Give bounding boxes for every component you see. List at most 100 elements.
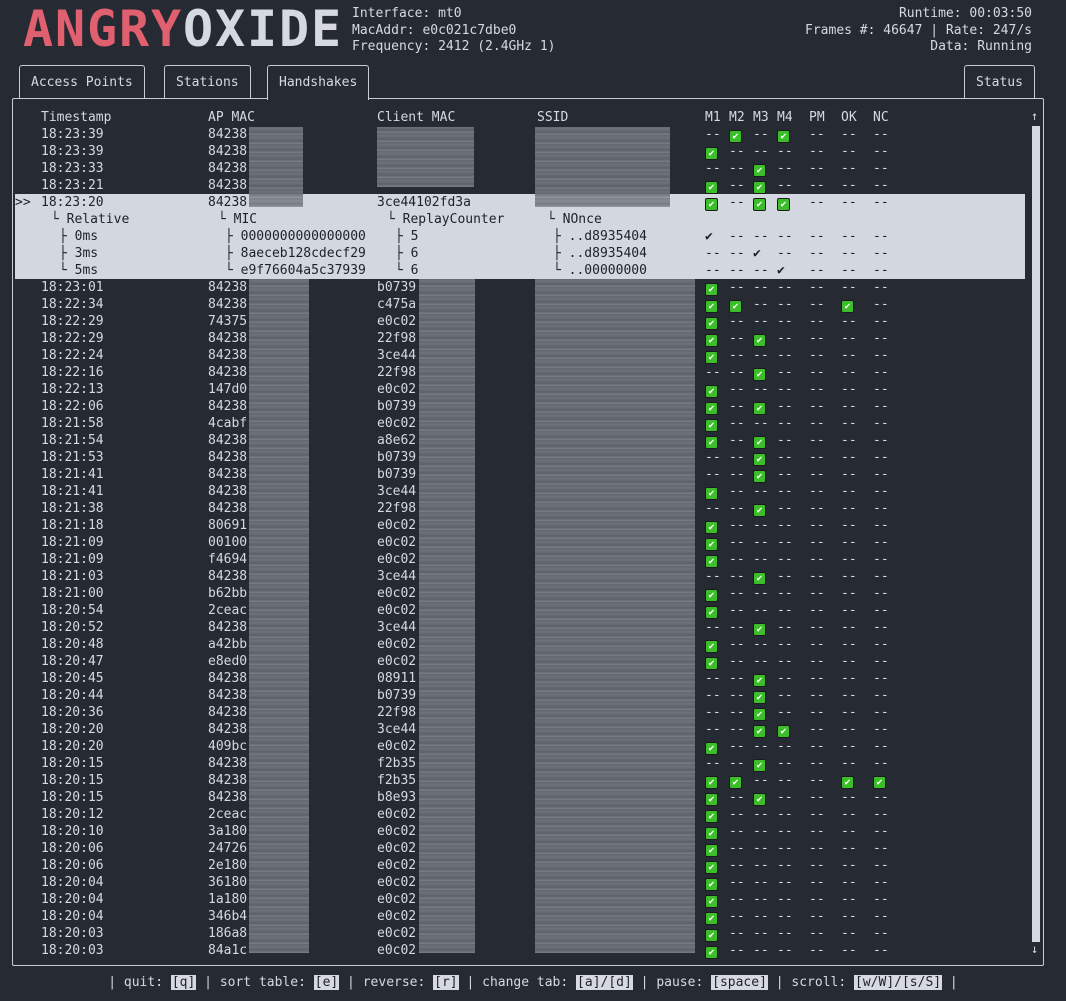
col-m1[interactable]: M1 (705, 109, 721, 126)
flag-cell: -- (809, 144, 825, 159)
flag-cell: -- (873, 297, 889, 312)
flag-cell: -- (841, 178, 857, 193)
tab-status[interactable]: Status (964, 65, 1035, 99)
flag-cell: -- (841, 195, 857, 210)
flag-cell: -- (729, 433, 745, 448)
table-row[interactable]: 18:20:15 84238 b8e93 ✔ -- ✔ -- -- -- -- (15, 789, 1025, 806)
check-icon: ✔ (705, 487, 718, 500)
table-row[interactable]: 18:23:21 84238 ✔ -- ✔ -- -- -- -- (15, 177, 1025, 194)
table-row[interactable]: 18:21:03 84238 3ce44 -- -- ✔ -- -- -- -- (15, 568, 1025, 585)
col-pm[interactable]: PM (809, 109, 825, 126)
flag-cell: -- (873, 671, 889, 686)
table-row[interactable]: 18:20:04 1a180 e0c02 ✔ -- -- -- -- -- -- (15, 891, 1025, 908)
table-row[interactable]: 18:20:47 e8ed0 e0c02 ✔ -- -- -- -- -- -- (15, 653, 1025, 670)
col-m2[interactable]: M2 (729, 109, 745, 126)
table-row[interactable]: 18:21:41 84238 b0739 -- -- ✔ -- -- -- -- (15, 466, 1025, 483)
flag-cell: -- (729, 637, 745, 652)
check-icon: ✔ (705, 742, 718, 755)
col-nc[interactable]: NC (873, 109, 889, 126)
client-mac-cell: e0c02 (377, 943, 417, 958)
flag-cell: -- (753, 943, 769, 958)
timestamp-cell: 18:21:18 (41, 518, 104, 533)
flag-cell: -- (873, 246, 889, 261)
timestamp-cell: 18:20:10 (41, 824, 104, 839)
table-row[interactable]: 18:22:06 84238 b0739 ✔ -- ✔ -- -- -- -- (15, 398, 1025, 415)
table-row[interactable]: 18:20:10 3a180 e0c02 ✔ -- -- -- -- -- -- (15, 823, 1025, 840)
tab-access-points[interactable]: Access Points (19, 65, 145, 99)
flag-cell: -- (809, 807, 825, 822)
table-row[interactable]: 18:21:09 f4694 e0c02 ✔ -- -- -- -- -- -- (15, 551, 1025, 568)
flag-cell: ✔ (705, 636, 718, 653)
ap-mac-cell: 74375 (208, 314, 248, 329)
table-row[interactable]: 18:23:39 84238 ✔ -- -- -- -- -- -- (15, 143, 1025, 160)
table-row[interactable]: 18:20:20 409bc e0c02 ✔ -- -- -- -- -- -- (15, 738, 1025, 755)
table-row[interactable]: 18:23:33 84238 -- -- ✔ -- -- -- -- (15, 160, 1025, 177)
col-m4[interactable]: M4 (777, 109, 793, 126)
col-ssid[interactable]: SSID (537, 109, 568, 126)
table-row[interactable]: 18:21:00 b62bb e0c02 ✔ -- -- -- -- -- -- (15, 585, 1025, 602)
table-row[interactable]: 18:21:09 00100 e0c02 ✔ -- -- -- -- -- -- (15, 534, 1025, 551)
table-row[interactable]: 18:21:54 84238 a8e62 ✔ -- ✔ -- -- -- -- (15, 432, 1025, 449)
table-row[interactable]: 18:20:04 36180 e0c02 ✔ -- -- -- -- -- -- (15, 874, 1025, 891)
table-row[interactable]: 18:20:20 84238 3ce44 -- -- ✔ ✔ -- -- -- (15, 721, 1025, 738)
table-row[interactable]: 18:21:58 4cabf e0c02 ✔ -- -- -- -- -- -- (15, 415, 1025, 432)
col-ap-mac[interactable]: AP MAC (208, 109, 255, 126)
table-row[interactable]: 18:20:15 84238 f2b35 ✔ ✔ -- -- -- ✔ ✔ (15, 772, 1025, 789)
col-client-mac[interactable]: Client MAC (377, 109, 455, 126)
table-row[interactable]: 18:20:12 2ceac e0c02 ✔ -- -- -- -- -- -- (15, 806, 1025, 823)
table-row[interactable]: 18:22:16 84238 22f98 -- -- ✔ -- -- -- -- (15, 364, 1025, 381)
flag-cell: -- (873, 518, 889, 533)
flag-cell: -- (753, 382, 769, 397)
keybind-key: [space] (711, 975, 768, 990)
table-row[interactable]: 18:20:04 346b4 e0c02 ✔ -- -- -- -- -- -- (15, 908, 1025, 925)
scroll-down-icon[interactable]: ↓ (1031, 942, 1038, 956)
table-row[interactable]: 18:21:53 84238 b0739 -- -- ✔ -- -- -- -- (15, 449, 1025, 466)
table-row[interactable]: 18:20:48 a42bb e0c02 ✔ -- -- -- -- -- -- (15, 636, 1025, 653)
check-icon: ✔ (753, 164, 766, 177)
footer-text: | change tab: (458, 975, 577, 990)
col-ok[interactable]: OK (841, 109, 857, 126)
table-row[interactable]: 18:22:24 84238 3ce44 ✔ -- -- -- -- -- -- (15, 347, 1025, 364)
table-row[interactable]: 18:20:45 84238 08911 -- -- ✔ -- -- -- -- (15, 670, 1025, 687)
table-row[interactable]: 18:20:03 186a8 e0c02 ✔ -- -- -- -- -- -- (15, 925, 1025, 942)
flag-cell: -- (753, 484, 769, 499)
client-mac-cell: e0c02 (377, 416, 417, 431)
col-timestamp[interactable]: Timestamp (41, 109, 111, 126)
table-row[interactable]: 18:21:41 84238 3ce44 ✔ -- -- -- -- -- -- (15, 483, 1025, 500)
table-row[interactable]: 18:23:39 84238 -- ✔ -- ✔ -- -- -- (15, 126, 1025, 143)
tab-stations[interactable]: Stations (164, 65, 251, 99)
logo-letter: D (279, 6, 309, 52)
flag-cell: -- (777, 620, 793, 635)
scroll-up-icon[interactable]: ↑ (1031, 109, 1038, 123)
flag-cell: -- (777, 399, 793, 414)
table-row[interactable]: 18:20:36 84238 22f98 -- -- ✔ -- -- -- -- (15, 704, 1025, 721)
scrollbar[interactable] (1032, 126, 1040, 942)
table-row[interactable]: 18:22:34 84238 c475a ✔ ✔ -- -- -- ✔ -- (15, 296, 1025, 313)
table-row[interactable]: 18:23:01 84238 b0739 ✔ -- -- -- -- -- -- (15, 279, 1025, 296)
flag-cell: -- (809, 501, 825, 516)
table-row[interactable]: 18:22:29 74375 e0c02 ✔ -- -- -- -- -- -- (15, 313, 1025, 330)
flag-cell: -- (873, 586, 889, 601)
table-row[interactable]: 18:20:44 84238 b0739 -- -- ✔ -- -- -- -- (15, 687, 1025, 704)
col-m3[interactable]: M3 (753, 109, 769, 126)
flag-cell: -- (841, 722, 857, 737)
table-row[interactable]: 18:20:54 2ceac e0c02 ✔ -- -- -- -- -- -- (15, 602, 1025, 619)
table-row[interactable]: 18:20:52 84238 3ce44 -- -- ✔ -- -- -- -- (15, 619, 1025, 636)
table-row[interactable]: 18:20:06 2e180 e0c02 ✔ -- -- -- -- -- -- (15, 857, 1025, 874)
flag-cell: -- (841, 161, 857, 176)
flag-cell: -- (777, 807, 793, 822)
table-row[interactable]: 18:20:06 24726 e0c02 ✔ -- -- -- -- -- -- (15, 840, 1025, 857)
table-row[interactable]: 18:21:38 84238 22f98 -- -- ✔ -- -- -- -- (15, 500, 1025, 517)
flag-cell: -- (841, 654, 857, 669)
flag-cell: -- (841, 467, 857, 482)
ap-mac-cell: a42bb (208, 637, 248, 652)
table-row[interactable]: 18:20:15 84238 f2b35 -- -- ✔ -- -- -- -- (15, 755, 1025, 772)
table-row[interactable]: 18:22:29 84238 22f98 ✔ -- ✔ -- -- -- -- (15, 330, 1025, 347)
flag-cell: -- (841, 365, 857, 380)
table-row[interactable]: 18:21:18 80691 e0c02 ✔ -- -- -- -- -- -- (15, 517, 1025, 534)
tab-handshakes[interactable]: Handshakes (267, 65, 370, 100)
selected-row[interactable]: >> 18:23:20 84238 3ce44102fd3a ✔ -- ✔ ✔ -- -- -- (15, 194, 1025, 211)
flag-cell: -- (809, 467, 825, 482)
table-row[interactable]: 18:20:03 84a1c e0c02 ✔ -- -- -- -- -- -- (15, 942, 1025, 959)
table-row[interactable]: 18:22:13 147d0 e0c02 ✔ -- -- -- -- -- -- (15, 381, 1025, 398)
